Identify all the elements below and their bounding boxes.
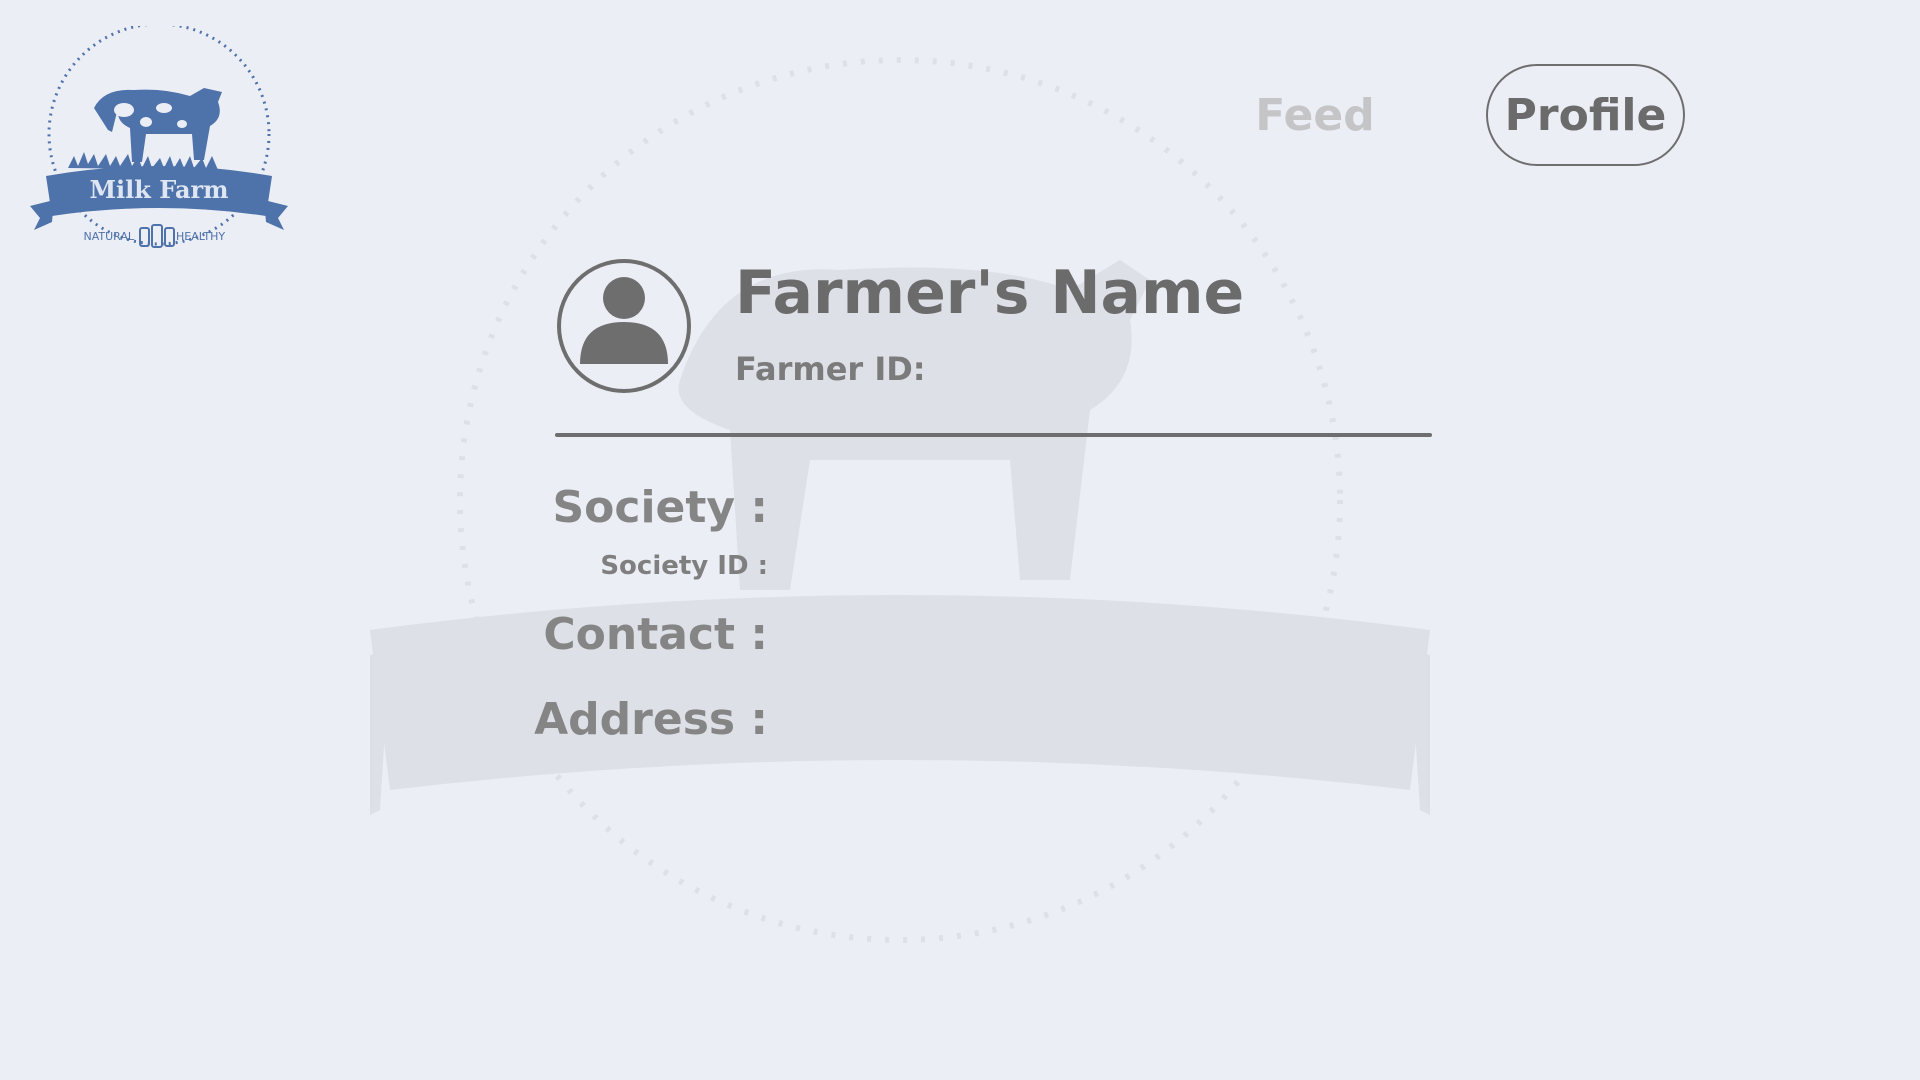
society-id-label: Society ID : [600,551,768,581]
nav-feed-link[interactable]: Feed [1240,64,1390,166]
svg-text:NATURAL: NATURAL [83,230,134,243]
farmer-id-label: Farmer ID: [735,350,926,388]
background-watermark-logo [300,50,1500,970]
svg-text:Milk Farm: Milk Farm [89,175,228,204]
contact-label: Contact : [543,609,768,660]
society-label: Society : [552,482,768,533]
address-label: Address : [534,694,768,745]
milk-farm-logo: Milk Farm NATURAL HEALTHY [28,22,290,254]
profile-divider [555,433,1432,437]
svg-text:HEALTHY: HEALTHY [176,230,225,243]
user-avatar-icon [556,258,692,394]
nav-profile-button[interactable]: Profile [1486,64,1685,166]
farmer-name: Farmer's Name [735,258,1245,328]
